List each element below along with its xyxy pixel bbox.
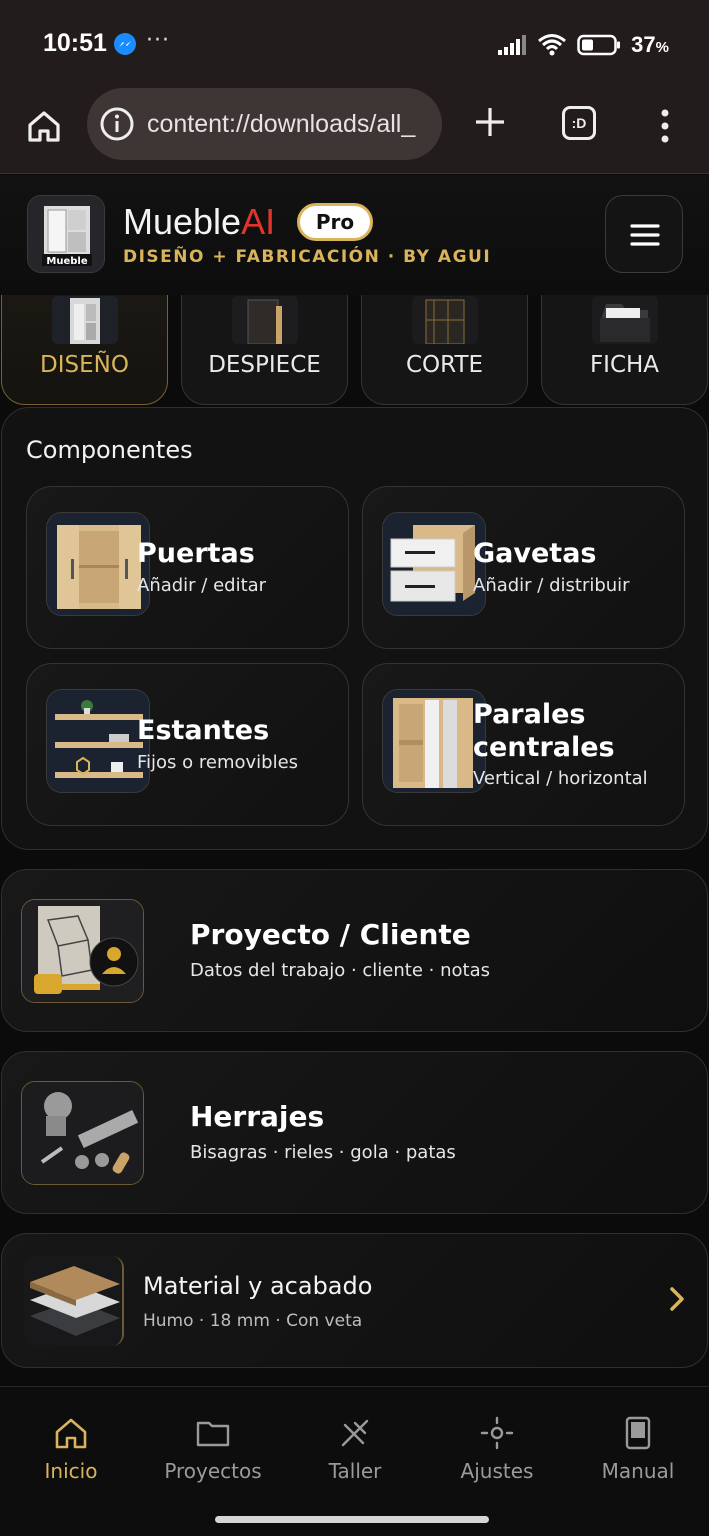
folder-icon [196,1421,230,1447]
nav-ajustes[interactable]: Ajustes [426,1387,568,1509]
material-card-subtitle: Humo · 18 mm · Con veta [143,1311,363,1331]
drawers-thumbnail [382,512,486,616]
component-subtitle: Añadir / distribuir [473,575,630,596]
project-card-title: Proyecto / Cliente [190,918,471,951]
material-finish-card[interactable]: Material y acabado Humo · 18 mm · Con ve… [1,1233,708,1368]
material-thumbnail [24,1256,124,1346]
system-home-area [0,1508,709,1536]
nav-label: Taller [328,1459,382,1483]
hamburger-icon [630,224,660,246]
material-card-title: Material y acabado [143,1272,373,1300]
tools-icon [341,1419,369,1447]
nav-manual[interactable]: Manual [567,1387,709,1509]
battery-percent: 37% [631,32,669,57]
battery-icon [577,34,621,56]
tab-label: DISEÑO [40,352,129,378]
url-text: content://downloads/all_ [147,109,416,138]
home-indicator[interactable] [215,1516,489,1523]
hardware-thumbnail [21,1081,144,1185]
section-tabs: DISEÑO DESPIECE CORTE FICHA [0,295,709,406]
app-subtitle: DISEÑO + FABRICACIÓN · BY AGUI [123,247,492,267]
tab-label: CORTE [405,352,484,378]
doors-thumbnail [46,512,150,616]
nav-label: Manual [601,1459,675,1483]
settings-icon [480,1416,514,1450]
browser-home-icon[interactable] [24,106,64,146]
shelves-thumbnail [46,689,150,793]
project-thumbnail [21,899,144,1003]
component-title: Gavetas [473,538,597,569]
signal-icon [498,35,527,55]
panels-thumbnail [231,296,298,344]
new-tab-icon[interactable] [470,102,510,142]
nav-label: Inicio [44,1459,98,1483]
nav-label: Ajustes [460,1459,534,1483]
hardware-card-title: Herrajes [190,1100,325,1133]
wifi-icon [538,34,567,56]
nav-label: Proyectos [164,1459,262,1483]
messenger-icon [114,33,136,55]
cabinet-thumbnail [51,296,118,344]
hardware-card-subtitle: Bisagras · rieles · gola · patas [190,1142,456,1163]
svg-text:Mueble: Mueble [46,256,87,267]
tab-label: FICHA [589,352,660,378]
panel-title: Componentes [26,436,193,464]
tab-switcher-button[interactable]: :D [562,106,596,140]
component-title: Parales centrales [473,699,615,763]
component-subtitle: Vertical / horizontal [473,768,648,789]
browser-toolbar: content://downloads/all_ :D [0,88,709,174]
app-header: Mueble MuebleAI Pro DISEÑO + FABRICACIÓN… [0,175,709,295]
tab-diseno[interactable]: DISEÑO [1,295,168,405]
project-card-subtitle: Datos del trabajo · cliente · notas [190,960,490,981]
pro-badge: Pro [297,203,373,241]
component-subtitle: Fijos o removibles [137,752,299,773]
bottom-navigation: Inicio Proyectos Taller Ajustes Manual [0,1386,709,1508]
home-icon [55,1418,87,1449]
component-card-gavetas[interactable]: Gavetas Añadir / distribuir [362,486,685,649]
project-client-card[interactable]: Proyecto / Cliente Datos del trabajo · c… [1,869,708,1032]
status-icons: 37% [497,30,669,60]
hardware-card[interactable]: Herrajes Bisagras · rieles · gola · pata… [1,1051,708,1214]
nav-taller[interactable]: Taller [284,1387,426,1509]
tab-label: DESPIECE [208,352,321,378]
browser-menu-icon[interactable] [655,106,675,146]
site-info-icon[interactable] [99,106,135,142]
status-time: 10:51 [43,29,107,57]
more-notifications-icon: ··· [146,28,170,53]
component-card-puertas[interactable]: Puertas Añadir / editar [26,486,349,649]
tab-corte[interactable]: CORTE [361,295,528,405]
component-subtitle: Añadir / editar [137,575,267,596]
component-card-estantes[interactable]: Estantes Fijos o removibles [26,663,349,826]
app-logo: Mueble [27,195,105,273]
dividers-thumbnail [382,689,486,793]
nav-proyectos[interactable]: Proyectos [142,1387,284,1509]
component-title: Puertas [137,538,255,569]
folder-thumbnail [591,296,658,344]
component-title: Estantes [137,715,270,746]
book-icon [625,1416,651,1450]
address-bar[interactable]: content://downloads/all_ [87,88,442,160]
chevron-right-icon[interactable] [667,1284,687,1314]
component-card-parales-centrales[interactable]: Parales centrales Vertical / horizontal [362,663,685,826]
cut-plan-thumbnail [411,296,478,344]
app-title: MuebleAI [123,201,276,242]
status-bar: 10:51 ··· 37% [0,0,709,88]
nav-inicio[interactable]: Inicio [0,1387,142,1509]
components-panel: Componentes Puertas Añadir / editar Gave… [1,407,708,850]
menu-button[interactable] [605,195,683,273]
tab-ficha[interactable]: FICHA [541,295,708,405]
tab-despiece[interactable]: DESPIECE [181,295,348,405]
